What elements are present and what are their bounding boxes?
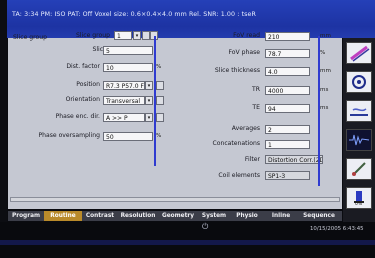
slice-thickness-label: Slice thickness	[214, 67, 260, 74]
slice-group-add-button[interactable]	[142, 31, 150, 40]
patient-table-icon[interactable]	[346, 100, 372, 122]
tr-unit: ms	[320, 87, 329, 93]
phase-enc-dir-label: Phase enc. dir.	[55, 113, 100, 120]
position-detail-button[interactable]	[156, 81, 164, 90]
slice-group-label: Slice group	[76, 32, 110, 39]
slice-thickness-unit: mm	[320, 68, 331, 74]
fov-read-field[interactable]: 210	[265, 32, 310, 41]
fov-phase-field[interactable]: 78.7	[265, 49, 310, 58]
orientation-dropdown[interactable]: ▾	[145, 96, 153, 105]
horizontal-scrollbar[interactable]	[10, 197, 340, 202]
tr-field[interactable]: 4000	[265, 86, 310, 95]
power-icon[interactable]: ⏻	[202, 222, 208, 232]
dist-factor-field[interactable]: 10	[103, 63, 153, 72]
coil-icon[interactable]	[346, 42, 372, 64]
fov-read-unit: mm	[320, 33, 331, 39]
coil-elements-label: Coil elements	[218, 172, 260, 179]
te-unit: ms	[320, 105, 329, 111]
tab-routine[interactable]: Routine	[44, 211, 82, 221]
phase-enc-dir-dropdown[interactable]: ▾	[145, 113, 153, 122]
averages-field[interactable]: 2	[265, 125, 310, 134]
fov-phase-label: FoV phase	[228, 49, 260, 56]
fov-read-label: FoV read	[233, 32, 260, 39]
averages-label: Averages	[231, 125, 260, 132]
tab-geometry[interactable]: Geometry	[158, 211, 198, 221]
slices-label: Slices	[92, 46, 110, 53]
shim-icon[interactable]	[346, 71, 372, 93]
orientation-label: Orientation	[65, 96, 100, 103]
left-scroll-slider[interactable]	[154, 36, 156, 166]
bottom-strip	[0, 240, 375, 245]
tool-icon-column: 0%	[343, 38, 375, 222]
concatenations-label: Concatenations	[212, 140, 260, 147]
slices-field[interactable]: 5	[103, 46, 153, 55]
tab-system[interactable]: System	[198, 211, 230, 221]
position-label: Position	[76, 81, 100, 88]
slice-thickness-field[interactable]: 4.0	[265, 67, 310, 76]
waveform-icon[interactable]	[346, 129, 372, 151]
sequence-info: TA: 3:34 PM: ISO PAT: Off Voxel size: 0.…	[12, 11, 256, 18]
tr-label: TR	[252, 86, 260, 93]
fov-phase-unit: %	[320, 50, 326, 56]
tab-program[interactable]: Program	[8, 211, 44, 221]
te-label: TE	[252, 104, 260, 111]
tab-sequence[interactable]: Sequence	[298, 211, 340, 221]
position-dropdown[interactable]: ▾	[145, 81, 153, 90]
dist-factor-label: Dist. factor	[66, 63, 100, 70]
tab-contrast[interactable]: Contrast	[82, 211, 118, 221]
phase-enc-dir-field[interactable]: A >> P	[103, 113, 145, 122]
coil-elements-field[interactable]: SP1-3	[265, 171, 310, 180]
phase-oversampling-unit: %	[156, 133, 162, 139]
date-time: 10/15/2005 6:43:45	[310, 226, 364, 232]
position-field[interactable]: R7.3 P57.0 F17!	[103, 81, 145, 90]
tab-inline[interactable]: Inline	[264, 211, 298, 221]
tab-bar: Program Routine Contrast Resolution Geom…	[8, 211, 342, 221]
tab-physio[interactable]: Physio	[230, 211, 264, 221]
te-field[interactable]: 94	[265, 104, 310, 113]
slice-group-field[interactable]: 1	[114, 31, 132, 40]
status-level-icon[interactable]: 0%	[346, 187, 372, 209]
tab-resolution[interactable]: Resolution	[118, 211, 158, 221]
orientation-detail-button[interactable]	[156, 96, 164, 105]
phase-oversampling-label: Phase oversampling	[38, 132, 100, 139]
status-level-label: 0%	[355, 202, 363, 207]
orientation-field[interactable]: Transversal	[103, 96, 145, 105]
filter-field[interactable]: Distortion Corr.(2D)	[265, 155, 323, 164]
concatenations-field[interactable]: 1	[265, 140, 310, 149]
injector-icon[interactable]	[346, 158, 372, 180]
filter-label: Filter	[244, 156, 260, 163]
phase-oversampling-field[interactable]: 50	[103, 132, 153, 141]
dist-factor-unit: %	[156, 64, 162, 70]
phase-enc-dir-detail-button[interactable]	[156, 113, 164, 122]
right-scroll-slider[interactable]	[318, 36, 320, 186]
slice-group-dropdown[interactable]: ▾	[133, 31, 141, 40]
